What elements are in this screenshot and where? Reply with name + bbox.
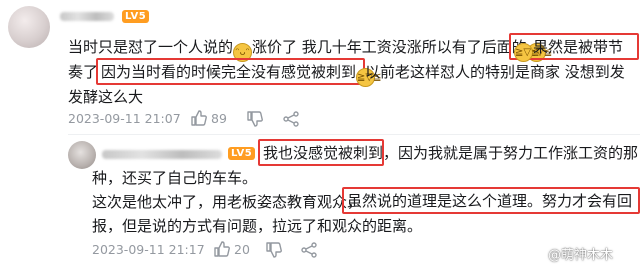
comment-time: 2023-09-11 21:07: [68, 111, 181, 126]
comment-line-1-end: ≧▽≦果然是被带节: [514, 35, 623, 62]
comment-line-2-mid: 因为当时看的时候完全没有感觉被刺到≧▽≦: [101, 60, 381, 87]
like-count: 89: [211, 111, 227, 126]
share-icon: [283, 111, 299, 127]
reply-line-1: 我也没感觉被刺到: [263, 141, 383, 165]
thumb-up-icon: [214, 241, 230, 257]
comment-text: 涨价了 我几十年工资没涨所以有了后面的: [252, 38, 527, 56]
dislike-button[interactable]: [246, 110, 264, 132]
comment-text: 发酵这么大: [68, 88, 144, 106]
divider: [68, 134, 640, 135]
thumb-down-icon: [247, 111, 263, 127]
share-icon: [301, 242, 317, 258]
reply-text: 虽然说的道理是这么个道理。努力才会有回: [347, 192, 633, 210]
username[interactable]: [102, 150, 222, 159]
like-button[interactable]: [213, 240, 231, 262]
avatar[interactable]: [68, 141, 96, 169]
level-badge: LV5: [122, 10, 150, 23]
comment-line-2-end: 以前老这样怼人的特别是商家 没想到发: [365, 60, 625, 84]
like-button[interactable]: [190, 109, 208, 131]
reply-text: 种，还买了自己的车车。: [92, 169, 258, 187]
thumb-up-icon: [191, 110, 207, 126]
avatar[interactable]: [8, 6, 50, 48]
comment-line-2: 奏了: [68, 60, 98, 84]
dislike-button[interactable]: [265, 241, 283, 263]
level-badge: LV5: [228, 147, 256, 160]
watermark: @萌神木木: [548, 248, 614, 263]
share-button[interactable]: [300, 241, 318, 263]
reply-text: 这次是他太冲了，用老板姿态教育观众，: [92, 193, 363, 211]
reply-text: 我也没感觉被刺到: [263, 144, 384, 162]
reply-line-3-end: 虽然说的道理是这么个道理。努力才会有回: [347, 189, 632, 213]
comment-text: 奏了: [68, 63, 99, 81]
username[interactable]: [60, 12, 114, 21]
reply-line-4: 报，但是说的方式有问题，拉远了和观众的距离。: [92, 214, 422, 238]
reply-text: 报，但是说的方式有问题，拉远了和观众的距离。: [92, 217, 423, 235]
thumb-down-icon: [266, 242, 282, 258]
comment-text: 当时只是怼了一个人说的: [68, 38, 234, 56]
share-button[interactable]: [282, 110, 300, 132]
reply-line-2: 种，还买了自己的车车。: [92, 166, 257, 190]
comment-line-3: 发酵这么大: [68, 85, 143, 109]
reply-line-3: 这次是他太冲了，用老板姿态教育观众，: [92, 190, 362, 214]
like-count: 20: [234, 242, 250, 257]
comment-text: 以前老这样怼人的特别是商家 没想到发: [365, 63, 625, 81]
reply-text: ，因为我就是属于努力工作涨工资的那: [383, 144, 639, 162]
reply-time: 2023-09-11 21:17: [92, 242, 205, 257]
comment-text: 果然是被带节: [533, 38, 624, 56]
reply-line-1-end: ，因为我就是属于努力工作涨工资的那: [383, 141, 638, 165]
comment-text: 因为当时看的时候完全没有感觉被刺到: [101, 63, 357, 81]
